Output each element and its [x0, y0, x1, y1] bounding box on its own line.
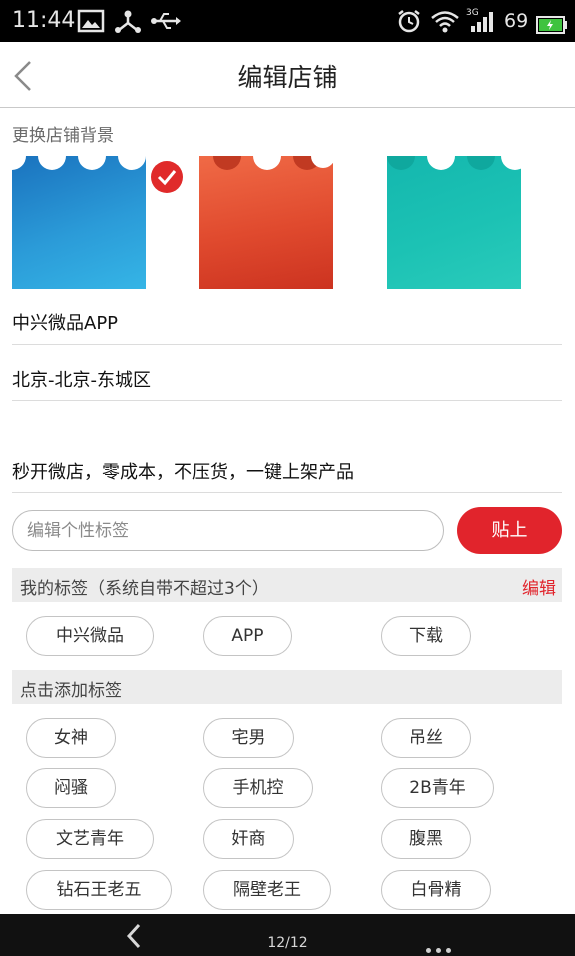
- shop-slogan-field[interactable]: 秒开微店，零成本，不压货，一键上架产品: [12, 458, 354, 484]
- battery-icon: [536, 16, 567, 34]
- app-header: 编辑店铺: [0, 42, 575, 108]
- suggested-tag[interactable]: 白骨精: [381, 870, 491, 910]
- battery-level: 69: [504, 10, 529, 32]
- tag-input[interactable]: [12, 510, 444, 551]
- status-bar: 11:44 3G 69: [0, 0, 575, 42]
- suggested-tag[interactable]: 手机控: [203, 768, 313, 808]
- usb-debug-icon: [115, 10, 141, 33]
- usb-icon: [151, 13, 181, 29]
- page-indicator: 12/12: [267, 935, 308, 951]
- my-tags-header: 我的标签（系统自带不超过3个） 编辑: [12, 568, 562, 602]
- alarm-icon: [398, 10, 420, 33]
- my-tags-label: 我的标签（系统自带不超过3个）: [20, 579, 269, 599]
- paste-button[interactable]: 贴上: [457, 507, 562, 554]
- divider: [12, 344, 562, 345]
- suggested-tag[interactable]: 女神: [26, 718, 116, 758]
- background-section-label: 更换店铺背景: [12, 126, 114, 146]
- shop-name-field[interactable]: 中兴微品APP: [12, 309, 118, 335]
- background-option-teal[interactable]: [387, 156, 521, 289]
- suggested-tag[interactable]: 吊丝: [381, 718, 471, 758]
- suggested-tag[interactable]: 腹黑: [381, 819, 471, 859]
- suggested-tag[interactable]: 宅男: [203, 718, 294, 758]
- background-option-blue[interactable]: [12, 156, 146, 289]
- my-tag[interactable]: APP: [203, 616, 292, 656]
- suggested-tag[interactable]: 隔壁老王: [203, 870, 331, 910]
- status-time: 11:44: [12, 8, 76, 33]
- page-title: 编辑店铺: [237, 63, 338, 92]
- background-option-red[interactable]: [199, 156, 333, 289]
- signal-icon: 3G: [466, 8, 498, 36]
- add-tags-label: 点击添加标签: [20, 681, 122, 701]
- divider: [12, 492, 562, 493]
- page-dots-icon: [426, 938, 456, 956]
- suggested-tag[interactable]: 奸商: [203, 819, 294, 859]
- bottom-nav-bar: 12/12: [0, 914, 575, 956]
- suggested-tag[interactable]: 文艺青年: [26, 819, 154, 859]
- my-tag[interactable]: 中兴微品: [26, 616, 154, 656]
- image-icon: [77, 9, 105, 33]
- add-tags-header: 点击添加标签: [12, 670, 562, 704]
- suggested-tag[interactable]: 2B青年: [381, 768, 494, 808]
- shop-location-field[interactable]: 北京-北京-东城区: [12, 366, 151, 392]
- selected-check-icon: [151, 161, 183, 193]
- divider: [12, 400, 562, 401]
- suggested-tag[interactable]: 闷骚: [26, 768, 116, 808]
- my-tag[interactable]: 下载: [381, 616, 471, 656]
- wifi-icon: [431, 11, 459, 33]
- suggested-tag[interactable]: 钻石王老五: [26, 870, 172, 910]
- edit-tags-button[interactable]: 编辑: [522, 574, 556, 599]
